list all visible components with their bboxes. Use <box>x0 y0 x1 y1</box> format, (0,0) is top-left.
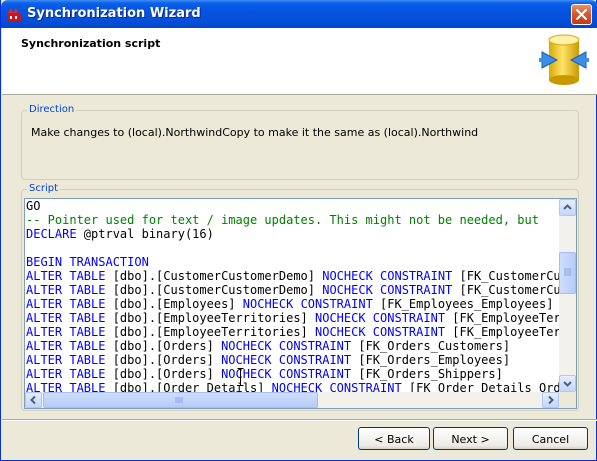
sql-keyword: ALTER TABLE <box>26 269 106 283</box>
script-line: ALTER TABLE [dbo].[CustomerCustomerDemo]… <box>26 283 560 297</box>
vertical-scroll-thumb[interactable] <box>559 252 576 294</box>
sql-keyword: ALTER TABLE <box>26 353 106 367</box>
sql-keyword: DECLARE <box>26 227 77 241</box>
script-group: Script GO -- Pointer used for text / imag… <box>21 183 579 411</box>
next-button[interactable]: Next > <box>433 427 508 450</box>
script-line: ALTER TABLE [dbo].[EmployeeTerritories] … <box>26 311 560 325</box>
script-line: -- Pointer used for text / image updates… <box>26 213 560 227</box>
scroll-left-button[interactable] <box>25 392 42 408</box>
sql-text: [dbo].[Orders] <box>105 339 222 353</box>
window-title: Synchronization Wizard <box>27 6 201 21</box>
sql-keyword: NOCHECK CONSTRAINT <box>315 311 446 325</box>
sql-text: [FK_Orders_Employees] <box>351 353 511 367</box>
script-line: ALTER TABLE [dbo].[Orders] NOCHECK CONST… <box>26 353 560 367</box>
sql-text: GO <box>26 199 41 213</box>
text-cursor-icon <box>237 368 244 386</box>
sql-keyword: ALTER TABLE <box>26 297 106 311</box>
sql-text: [dbo].[EmployeeTerritories] <box>105 311 315 325</box>
script-line: ALTER TABLE [dbo].[Order Details] NOCHEC… <box>26 381 560 392</box>
sql-text: [FK_EmployeeTerritories] <box>452 325 560 339</box>
sql-text: [dbo].[Employees] <box>105 297 243 311</box>
sql-text: [dbo].[Orders] <box>105 353 222 367</box>
sql-text: [FK_Orders_Shippers] <box>351 367 503 381</box>
horizontal-scrollbar[interactable] <box>25 392 559 408</box>
script-line <box>26 241 560 255</box>
script-editor[interactable]: GO -- Pointer used for text / image updat… <box>24 198 577 409</box>
sql-text: [dbo].[Order Details] <box>105 381 272 392</box>
wizard-window: Synchronization Wizard Synchronization s… <box>0 0 597 461</box>
horizontal-scroll-thumb[interactable] <box>43 392 318 408</box>
sql-keyword: NOCHECK CONSTRAINT <box>322 283 453 297</box>
grip-icon <box>564 268 571 276</box>
sql-keyword: BEGIN TRANSACTION <box>26 255 149 269</box>
sql-keyword: ALTER TABLE <box>26 311 106 325</box>
script-legend: Script <box>27 183 61 195</box>
sql-text: @ptrval binary(16) <box>76 227 214 241</box>
scroll-down-button[interactable] <box>559 375 576 392</box>
grip-icon <box>175 397 183 403</box>
sql-keyword: NOCHECK CONSTRAINT <box>271 381 402 392</box>
script-line: ALTER TABLE [dbo].[Employees] NOCHECK CO… <box>26 297 560 311</box>
close-button[interactable] <box>571 4 592 25</box>
arrow-right-icon <box>548 395 554 405</box>
sql-keyword: NOCHECK CONSTRAINT <box>221 353 352 367</box>
sql-keyword: NOCHECK CONSTRAINT <box>242 297 373 311</box>
scrollbar-corner <box>559 392 576 408</box>
sql-comment: -- Pointer used for text / image updates… <box>26 213 539 227</box>
script-code[interactable]: GO -- Pointer used for text / image updat… <box>26 199 560 392</box>
sql-keyword: NOCHECK CONSTRAINT <box>322 269 453 283</box>
sql-text: [FK_Order_Details_Orders] <box>408 381 560 392</box>
sql-keyword: ALTER TABLE <box>26 325 106 339</box>
sql-text: [dbo].[EmployeeTerritories] <box>105 325 315 339</box>
title-bar[interactable]: Synchronization Wizard <box>1 0 597 28</box>
sql-keyword: NOCHECK CONSTRAINT <box>221 339 352 353</box>
direction-group: Direction Make changes to (local).Northw… <box>21 104 579 180</box>
sql-keyword: ALTER TABLE <box>26 381 106 392</box>
script-line: ALTER TABLE [dbo].[Orders] NOCHECK CONST… <box>26 339 560 353</box>
script-line: ALTER TABLE [dbo].[Orders] NOCHECK CONST… <box>26 367 560 381</box>
footer-divider <box>2 419 597 421</box>
script-line: ALTER TABLE [dbo].[CustomerCustomerDemo]… <box>26 269 560 283</box>
close-icon <box>576 9 587 20</box>
script-line: ALTER TABLE [dbo].[EmployeeTerritories] … <box>26 325 560 339</box>
sql-keyword: ALTER TABLE <box>26 283 106 297</box>
scroll-up-button[interactable] <box>559 199 576 216</box>
direction-text: Make changes to (local).NorthwindCopy to… <box>31 126 479 139</box>
sql-text: [FK_Orders_Customers] <box>351 339 511 353</box>
sql-keyword: NOCHECK CONSTRAINT <box>315 325 446 339</box>
back-button[interactable]: < Back <box>358 427 430 450</box>
script-line: DECLARE @ptrval binary(16) <box>26 227 560 241</box>
sql-keyword: ALTER TABLE <box>26 367 106 381</box>
script-line: GO <box>26 199 560 213</box>
direction-legend: Direction <box>27 104 77 116</box>
sql-text: [FK_CustomerCustomerDemo] <box>459 269 561 283</box>
scroll-right-button[interactable] <box>542 392 559 408</box>
script-line: BEGIN TRANSACTION <box>26 255 560 269</box>
sql-text: [FK_CustomerCustomerDemo] <box>459 283 561 297</box>
cancel-button[interactable]: Cancel <box>513 427 588 450</box>
sql-text: [FK_EmployeeTerritories] <box>452 311 560 325</box>
sql-keyword: ALTER TABLE <box>26 339 106 353</box>
vertical-scrollbar[interactable] <box>559 199 576 392</box>
arrow-down-icon <box>563 381 572 387</box>
sql-text: [dbo].[CustomerCustomerDemo] <box>105 283 323 297</box>
sync-database-icon <box>539 34 589 85</box>
sql-text: [dbo].[Orders] <box>105 367 222 381</box>
arrow-left-icon <box>30 395 36 405</box>
page-title: Synchronization script <box>21 37 161 50</box>
sql-text: [FK_Employees_Employees] <box>372 297 554 311</box>
app-icon <box>7 8 21 21</box>
wizard-header: Synchronization script <box>2 28 597 95</box>
sql-text: [dbo].[CustomerCustomerDemo] <box>105 269 323 283</box>
arrow-up-icon <box>563 204 572 210</box>
